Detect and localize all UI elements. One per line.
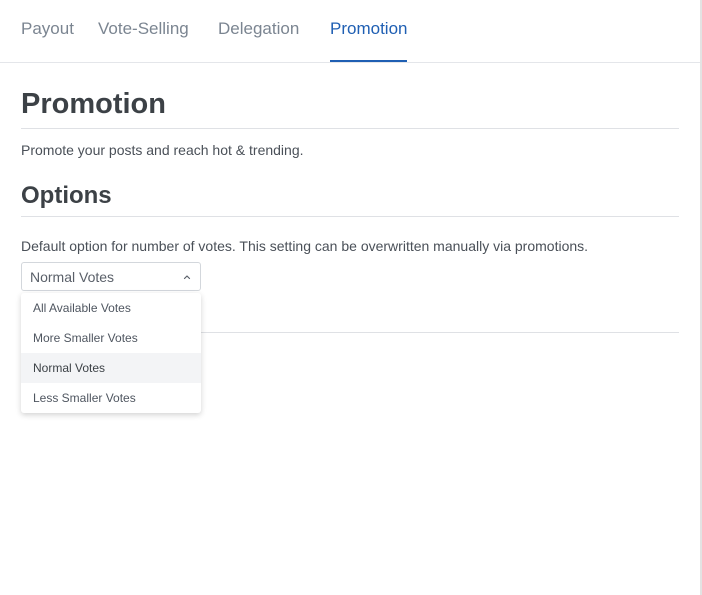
tab-delegation[interactable]: Delegation <box>218 19 299 62</box>
dropdown-option-more-smaller-votes[interactable]: More Smaller Votes <box>21 323 201 353</box>
dropdown-option-all-available-votes[interactable]: All Available Votes <box>21 293 201 323</box>
tab-payout[interactable]: Payout <box>21 19 74 62</box>
options-section-title: Options <box>21 182 112 209</box>
vote-option-dropdown: All Available Votes More Smaller Votes N… <box>21 293 201 413</box>
vote-option-select[interactable]: Normal Votes <box>21 262 201 291</box>
chevron-up-icon <box>183 275 191 280</box>
page-title: Promotion <box>21 88 166 120</box>
settings-page: Payout Vote-Selling Delegation Promotion… <box>0 0 702 595</box>
dropdown-option-less-smaller-votes[interactable]: Less Smaller Votes <box>21 383 201 413</box>
tab-bar: Payout Vote-Selling Delegation Promotion <box>0 0 700 63</box>
options-description: Default option for number of votes. This… <box>21 238 589 254</box>
tab-vote-selling[interactable]: Vote-Selling <box>98 19 189 62</box>
title-divider <box>21 128 679 129</box>
dropdown-option-normal-votes[interactable]: Normal Votes <box>21 353 201 383</box>
page-subtitle: Promote your posts and reach hot & trend… <box>21 142 304 158</box>
select-value: Normal Votes <box>30 269 115 285</box>
tab-promotion[interactable]: Promotion <box>330 19 408 62</box>
options-divider <box>21 216 679 217</box>
